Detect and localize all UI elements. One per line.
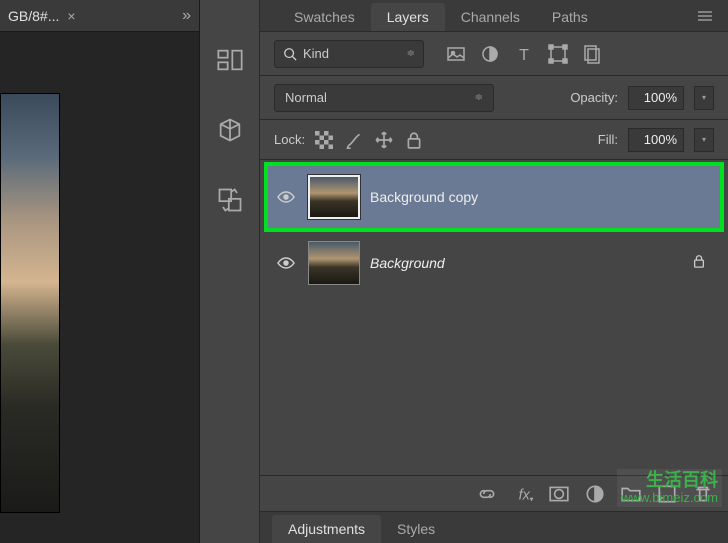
tool-strip [200,0,260,543]
layer-name-label[interactable]: Background copy [370,189,478,205]
panel-menu-icon[interactable] [694,5,718,31]
blend-mode-select[interactable]: Normal ≑ [274,84,494,112]
lock-position-icon[interactable] [375,131,393,149]
chevron-updown-icon: ≑ [407,48,415,59]
visibility-eye-icon[interactable] [274,257,298,269]
tab-styles[interactable]: Styles [381,515,451,543]
document-tab-bar: GB/8#... × » [0,0,199,32]
sub-panel-tabs: Adjustments Styles [260,511,728,543]
filter-smart-icon[interactable] [582,44,602,64]
layers-list: Background copy Background [260,160,728,475]
lock-icons [315,131,423,149]
layer-thumbnail[interactable] [308,241,360,285]
kind-filter-select[interactable]: Kind ≑ [274,40,424,68]
arrange-panel-icon[interactable] [210,40,250,80]
document-tab[interactable]: GB/8#... × [8,8,76,24]
lock-row: Lock: Fill: 100% ▾ [260,120,728,160]
svg-text:T: T [519,47,529,64]
layers-panel: Swatches Layers Channels Paths Kind ≑ T … [260,0,728,543]
layer-row[interactable]: Background [268,232,720,294]
fill-dropdown-icon[interactable]: ▾ [694,128,714,152]
close-icon[interactable]: × [67,8,75,24]
filter-row: Kind ≑ T [260,32,728,76]
lock-label: Lock: [274,132,305,147]
layer-name-label[interactable]: Background [370,255,445,271]
tab-paths[interactable]: Paths [536,3,604,31]
watermark-url: www.bimeiz.com [621,491,718,505]
3d-panel-icon[interactable] [210,110,250,150]
swap-panel-icon[interactable] [210,180,250,220]
filter-shape-icon[interactable] [548,44,568,64]
new-adjustment-layer-icon[interactable] [584,483,606,505]
document-image [0,93,60,513]
fill-input[interactable]: 100% [628,128,684,152]
tab-adjustments[interactable]: Adjustments [272,515,381,543]
layer-effects-icon[interactable]: fx▾ [512,483,534,505]
opacity-dropdown-icon[interactable]: ▾ [694,86,714,110]
tab-channels[interactable]: Channels [445,3,536,31]
opacity-label: Opacity: [570,90,618,105]
document-tab-label: GB/8#... [8,8,59,24]
blend-mode-value: Normal [285,90,327,105]
filter-adjustment-icon[interactable] [480,44,500,64]
kind-filter-label: Kind [303,46,329,61]
visibility-eye-icon[interactable] [274,191,298,203]
chevron-updown-icon: ≑ [475,92,483,103]
expand-tabs-icon[interactable]: » [182,7,191,25]
lock-icon [692,254,706,273]
tab-layers[interactable]: Layers [371,3,445,31]
svg-text:▾: ▾ [530,494,534,503]
filter-icons: T [434,44,714,64]
fill-label: Fill: [598,132,618,147]
blend-row: Normal ≑ Opacity: 100% ▾ [260,76,728,120]
layer-thumbnail[interactable] [308,175,360,219]
watermark: 生活百科 www.bimeiz.com [617,469,722,507]
tab-swatches[interactable]: Swatches [278,3,371,31]
layer-mask-icon[interactable] [548,483,570,505]
filter-type-icon[interactable]: T [514,44,534,64]
panel-tabs: Swatches Layers Channels Paths [260,0,728,32]
canvas[interactable] [0,32,199,543]
document-area: GB/8#... × » [0,0,200,543]
opacity-input[interactable]: 100% [628,86,684,110]
watermark-brand: 生活百科 [621,471,718,491]
lock-transparency-icon[interactable] [315,131,333,149]
lock-all-icon[interactable] [405,131,423,149]
lock-paint-icon[interactable] [345,131,363,149]
layer-row[interactable]: Background copy [268,166,720,228]
filter-pixel-icon[interactable] [446,44,466,64]
link-layers-icon[interactable] [476,483,498,505]
